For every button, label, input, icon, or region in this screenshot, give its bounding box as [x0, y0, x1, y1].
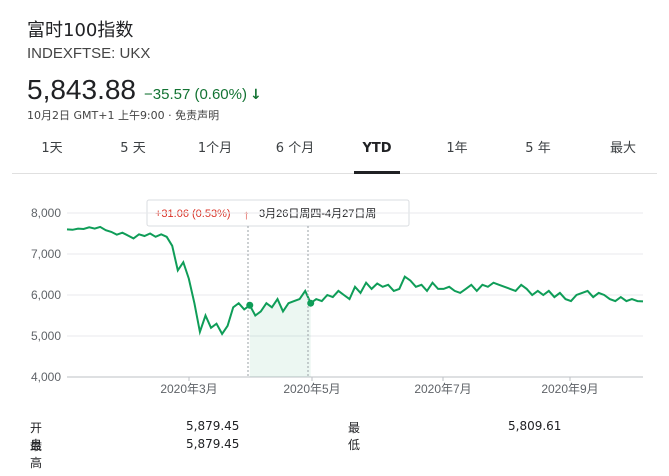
low-value: 5,809.61	[508, 419, 562, 433]
high-label: 最高	[30, 439, 43, 470]
y-tick-label: 6,000	[31, 288, 61, 302]
x-tick-label: 2020年3月	[160, 382, 217, 396]
y-tick-label: 7,000	[31, 247, 61, 261]
price-chart[interactable]: +31.06 (0.53%) ↑ 3月26日周四-4月27日周一 8,0007,…	[0, 0, 669, 476]
y-tick-label: 8,000	[31, 206, 61, 220]
range-start-point[interactable]	[246, 301, 254, 309]
x-tick-label: 2020年5月	[283, 382, 340, 396]
open-value: 5,879.45	[186, 419, 240, 433]
y-tick-label: 4,000	[31, 370, 61, 384]
up-arrow-icon: ↑	[243, 207, 250, 222]
tooltip-change: +31.06 (0.53%)	[155, 208, 231, 220]
high-value: 5,879.45	[186, 437, 240, 451]
price-line	[66, 225, 644, 336]
x-tick-label: 2020年7月	[414, 382, 471, 396]
range-end-point[interactable]	[307, 299, 315, 307]
low-label: 最低	[348, 421, 361, 452]
x-tick-label: 2020年9月	[541, 382, 598, 396]
y-tick-label: 5,000	[31, 329, 61, 343]
